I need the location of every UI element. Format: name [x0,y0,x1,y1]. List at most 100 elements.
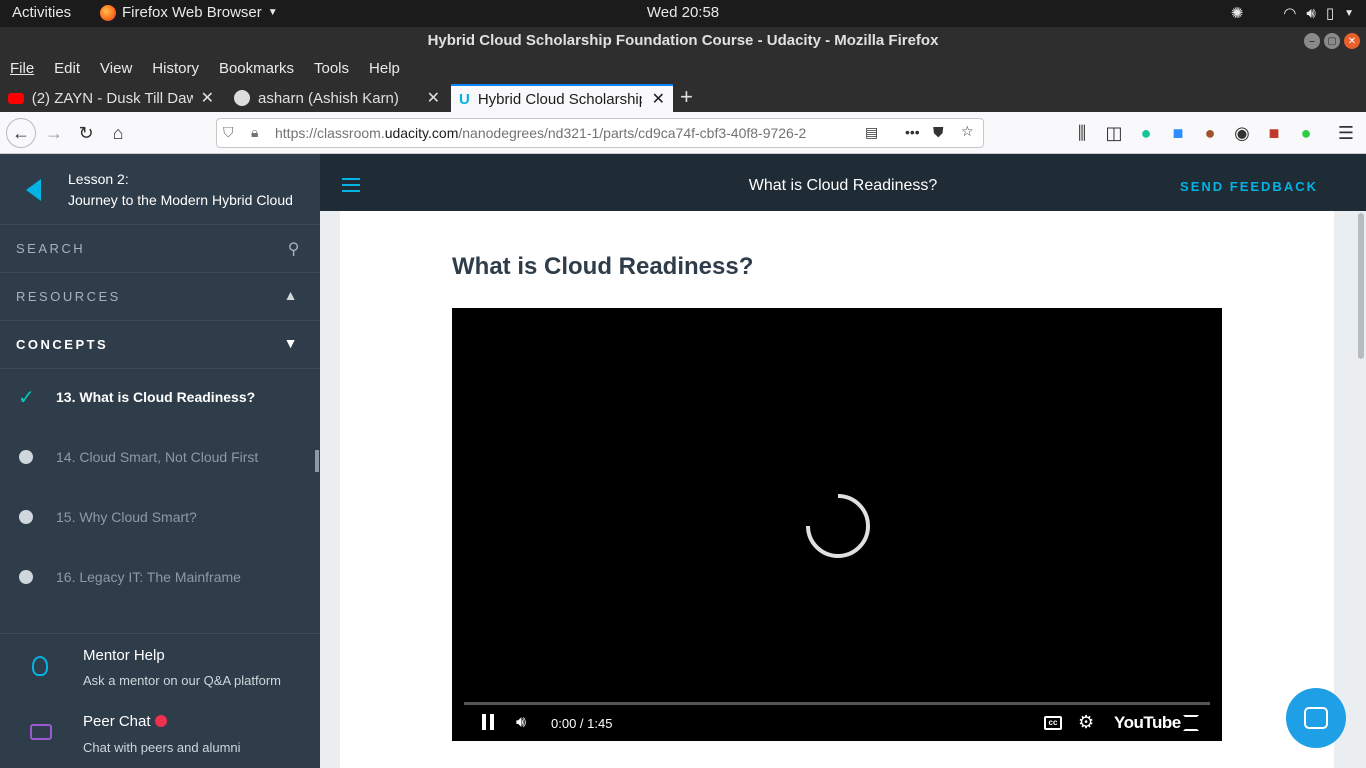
volume-icon: 🔊︎ [1306,4,1316,22]
page-title: What is Cloud Readiness? [452,253,754,280]
menu-bookmarks[interactable]: Bookmarks [219,60,294,77]
close-icon[interactable]: ✕ [427,88,440,108]
lesson-sidebar: Lesson 2: Journey to the Modern Hybrid C… [0,154,320,768]
url-domain: udacity.com [384,125,459,141]
shield-icon[interactable]: ⛉ [223,124,234,141]
lesson-title: Journey to the Modern Hybrid Cloud [68,192,293,208]
menu-view[interactable]: View [100,60,132,77]
sidebar-scrollbar[interactable] [315,450,319,472]
search-icon[interactable]: ⚲ [288,239,302,259]
captions-icon[interactable]: cc [1044,716,1062,730]
pause-icon[interactable] [482,714,494,733]
chat-icon [30,724,52,740]
hamburger-menu-icon[interactable]: ☰ [1334,121,1358,145]
scrollbar-thumb[interactable] [1358,213,1364,359]
tab-label: (2) ZAYN - Dusk Till Dawn [31,89,193,107]
menu-tools[interactable]: Tools [314,60,349,77]
reader-view-icon[interactable]: ▤ [865,124,878,141]
minimize-button[interactable]: – [1304,33,1320,49]
extension-green-icon[interactable]: ● [1294,121,1318,145]
concept-item-13[interactable]: ✓ 13. What is Cloud Readiness? [0,367,320,427]
grammarly-icon[interactable]: ● [1134,121,1158,145]
menu-history[interactable]: History [152,60,199,77]
window-title-bar: Hybrid Cloud Scholarship Foundation Cour… [0,27,1366,55]
tab-youtube[interactable]: (2) ZAYN - Dusk Till Dawn ✕ [0,84,222,112]
navigation-toolbar: ← → ↻ ⌂ ⛉ 🔒︎ https://classroom. udacity.c… [0,112,1366,154]
extension-icon[interactable]: ■ [1262,121,1286,145]
new-tab-button[interactable]: + [680,84,693,110]
slack-icon[interactable]: ✺ [1231,4,1244,22]
peer-chat-link[interactable]: Peer Chat Chat with peers and alumni [0,700,320,768]
zoom-icon[interactable]: ■ [1166,121,1190,145]
concept-item-16[interactable]: 16. Legacy IT: The Mainframe [0,547,320,607]
concept-label: 15. Why Cloud Smart? [56,509,197,525]
library-icon[interactable]: ⫼ [1070,121,1094,145]
video-player[interactable]: 🔊︎ 0:00 / 1:45 cc ⚙ YouTube [452,308,1222,741]
youtube-logo[interactable]: YouTube [1114,713,1181,733]
back-arrow-icon[interactable] [26,179,41,201]
udacity-icon: U [459,90,470,108]
menu-edit[interactable]: Edit [54,60,80,77]
pocket-icon[interactable]: ⛊ [933,124,944,141]
battery-icon: ▯ [1325,5,1335,22]
video-progress-bar[interactable] [464,702,1210,705]
menu-file[interactable]: File [10,60,34,77]
chat-bubble-icon [1304,707,1328,729]
fullscreen-icon[interactable] [1183,715,1199,731]
clock[interactable]: Wed 20:58 [0,4,1366,21]
notification-dot [155,715,167,727]
menu-bar: File Edit View History Bookmarks Tools H… [0,55,1366,82]
lightbulb-icon [32,656,48,676]
reload-button[interactable]: ↻ [74,121,98,145]
tab-udacity[interactable]: U Hybrid Cloud Scholarship ✕ [451,84,673,112]
close-icon[interactable]: ✕ [201,88,214,108]
resources-label: RESOURCES [16,289,121,304]
peer-chat-title: Peer Chat [83,713,151,730]
lesson-header[interactable]: Lesson 2: Journey to the Modern Hybrid C… [0,154,320,225]
page-scrollbar[interactable] [1356,211,1366,768]
incomplete-dot-icon [19,510,33,524]
wifi-icon: ◠ [1283,5,1297,22]
home-button[interactable]: ⌂ [106,121,130,145]
send-feedback-button[interactable]: SEND FEEDBACK [1180,179,1318,194]
back-button[interactable]: ← [6,118,36,148]
mentor-help-desc: Ask a mentor on our Q&A platform [83,673,281,688]
tab-label: Hybrid Cloud Scholarship [477,90,642,108]
system-top-bar: Activities Firefox Web Browser ▼ Wed 20:… [0,0,1366,27]
tab-bar: (2) ZAYN - Dusk Till Dawn ✕ asharn (Ashi… [0,82,1366,112]
mentor-help-title: Mentor Help [83,647,165,664]
tab-github[interactable]: asharn (Ashish Karn) ✕ [226,84,448,112]
sidebar-concepts[interactable]: CONCEPTS ▼ [0,321,320,369]
sidebar-icon[interactable]: ◫ [1102,121,1126,145]
chevron-down-icon: ▼ [1344,7,1354,19]
github-icon [234,90,250,106]
menu-help[interactable]: Help [369,60,400,77]
loading-spinner-icon [806,494,870,558]
support-chat-button[interactable] [1286,688,1346,748]
lesson-label: Lesson 2: [68,171,129,187]
volume-icon[interactable]: 🔊︎ [516,714,526,732]
youtube-icon [8,92,24,104]
sidebar-search[interactable]: SEARCH ⚲ [0,225,320,273]
system-tray[interactable]: ✺ ◠ 🔊︎ ▯ ▼ [1231,4,1354,23]
concept-item-14[interactable]: 14. Cloud Smart, Not Cloud First [0,427,320,487]
settings-gear-icon[interactable]: ⚙ [1078,712,1094,733]
check-icon: ✓ [18,387,35,409]
lock-icon[interactable]: 🔒︎ [251,124,258,141]
cookie-icon[interactable]: ● [1198,121,1222,145]
more-actions-icon[interactable]: ••• [905,124,920,140]
search-label: SEARCH [16,241,86,256]
close-window-button[interactable]: ✕ [1344,33,1360,49]
url-bar[interactable]: ⛉ 🔒︎ https://classroom. udacity.com/nanod… [216,118,984,148]
account-icon[interactable]: ◉ [1230,121,1254,145]
maximize-button[interactable]: ▢ [1324,33,1340,49]
sidebar-resources[interactable]: RESOURCES ▲ [0,273,320,321]
concept-label: 16. Legacy IT: The Mainframe [56,569,241,585]
concepts-label: CONCEPTS [16,337,109,352]
mentor-help-link[interactable]: Mentor Help Ask a mentor on our Q&A plat… [0,634,320,700]
concept-item-15[interactable]: 15. Why Cloud Smart? [0,487,320,547]
forward-button[interactable]: → [42,121,66,145]
close-icon[interactable]: ✕ [652,89,665,109]
incomplete-dot-icon [19,450,33,464]
bookmark-star-icon[interactable]: ☆ [961,123,974,140]
